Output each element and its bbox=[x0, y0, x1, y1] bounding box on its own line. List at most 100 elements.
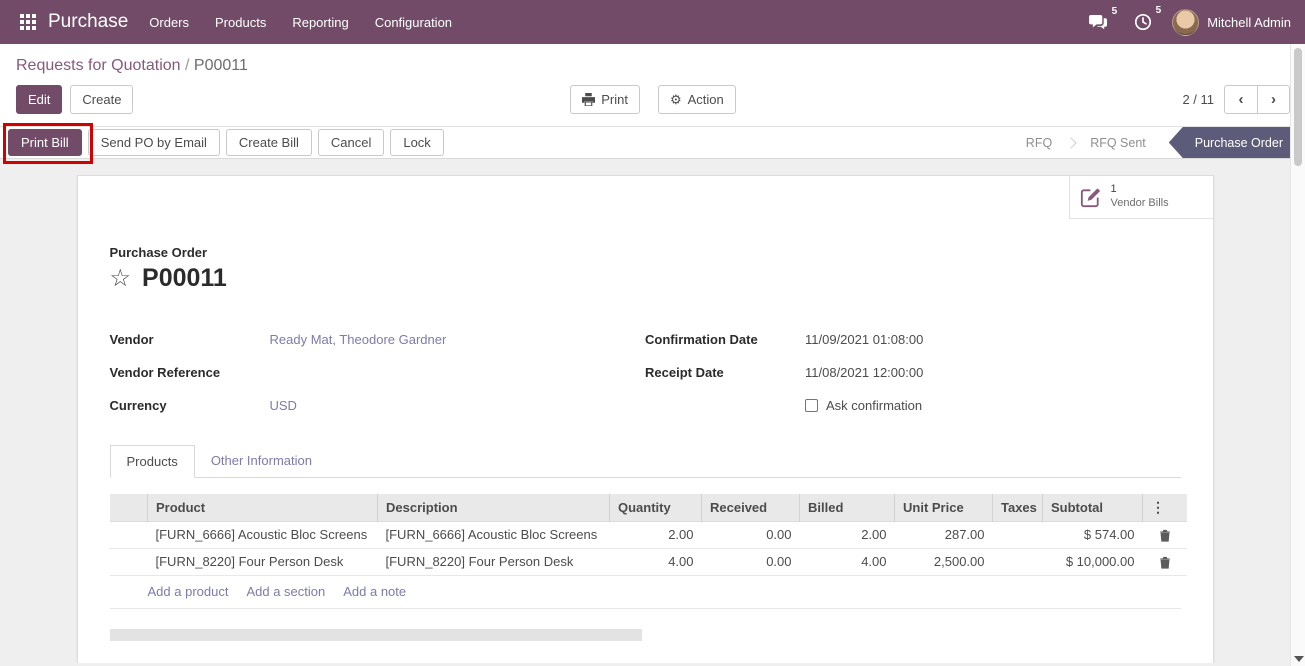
status-pipeline: RFQ RFQ Sent Purchase Order bbox=[1013, 127, 1305, 158]
tab-products[interactable]: Products bbox=[110, 445, 195, 478]
breadcrumb: Requests for Quotation / P00011 bbox=[0, 44, 1305, 80]
app-name[interactable]: Purchase bbox=[48, 11, 128, 33]
vendor-value-link[interactable]: Ready Mat, Theodore Gardner bbox=[270, 332, 447, 347]
breadcrumb-parent-link[interactable]: Requests for Quotation bbox=[16, 57, 181, 74]
cell-subtotal[interactable]: $ 574.00 bbox=[1043, 521, 1143, 548]
column-header-unit-price[interactable]: Unit Price bbox=[895, 494, 993, 521]
column-header-received[interactable]: Received bbox=[702, 494, 800, 521]
control-panel: Requests for Quotation / P00011 Edit Cre… bbox=[0, 44, 1305, 126]
nav-menu-products[interactable]: Products bbox=[202, 1, 279, 44]
column-header-subtotal[interactable]: Subtotal bbox=[1043, 494, 1143, 521]
favorite-star-icon[interactable]: ☆ bbox=[110, 267, 132, 291]
column-header-quantity[interactable]: Quantity bbox=[610, 494, 702, 521]
action-button[interactable]: ⚙ Action bbox=[658, 85, 736, 114]
control-panel-buttons: Edit Create Print ⚙ Action 2 / 11 ‹ › bbox=[0, 80, 1305, 126]
ask-confirmation-checkbox[interactable] bbox=[805, 399, 818, 412]
chat-icon bbox=[1089, 14, 1108, 31]
notes-placeholder bbox=[110, 629, 642, 641]
table-row[interactable]: [FURN_8220] Four Person Desk [FURN_8220]… bbox=[110, 548, 1187, 575]
column-header-taxes[interactable]: Taxes bbox=[993, 494, 1043, 521]
print-button[interactable]: Print bbox=[570, 85, 640, 114]
button-box: 1 Vendor Bills bbox=[78, 176, 1213, 219]
user-menu[interactable]: Mitchell Admin bbox=[1207, 15, 1291, 30]
cell-description[interactable]: [FURN_6666] Acoustic Bloc Screens bbox=[378, 521, 610, 548]
notebook-tabs: Products Other Information bbox=[110, 445, 1181, 478]
vertical-scrollbar[interactable] bbox=[1290, 44, 1305, 666]
form-sheet: 1 Vendor Bills Purchase Order ☆ P00011 V… bbox=[77, 175, 1214, 663]
stage-purchase-order-active[interactable]: Purchase Order bbox=[1169, 127, 1305, 158]
statusbar: Print Bill Send PO by Email Create Bill … bbox=[0, 126, 1305, 159]
send-po-by-email-button[interactable]: Send PO by Email bbox=[88, 129, 220, 156]
cell-billed[interactable]: 4.00 bbox=[800, 548, 895, 575]
nav-menu-configuration[interactable]: Configuration bbox=[362, 1, 465, 44]
stage-rfq[interactable]: RFQ bbox=[1013, 136, 1065, 150]
cell-received[interactable]: 0.00 bbox=[702, 548, 800, 575]
nav-menu-orders[interactable]: Orders bbox=[136, 1, 202, 44]
delete-row-button[interactable] bbox=[1143, 521, 1187, 548]
receipt-date-value: 11/08/2021 12:00:00 bbox=[805, 365, 923, 380]
cell-received[interactable]: 0.00 bbox=[702, 521, 800, 548]
currency-value-link[interactable]: USD bbox=[270, 398, 297, 413]
cell-quantity[interactable]: 2.00 bbox=[610, 521, 702, 548]
cell-product[interactable]: [FURN_8220] Four Person Desk bbox=[148, 548, 378, 575]
clock-icon bbox=[1134, 13, 1152, 31]
delete-row-button[interactable] bbox=[1143, 548, 1187, 575]
create-button[interactable]: Create bbox=[70, 85, 133, 114]
activities-badge: 5 bbox=[1156, 5, 1162, 16]
chevron-right-icon: › bbox=[1271, 91, 1276, 108]
confirmation-date-value: 11/09/2021 01:08:00 bbox=[805, 332, 923, 347]
cancel-button[interactable]: Cancel bbox=[318, 129, 384, 156]
stage-rfq-sent[interactable]: RFQ Sent bbox=[1077, 136, 1159, 150]
messages-menu-button[interactable]: 5 bbox=[1083, 10, 1114, 35]
scrollbar-thumb[interactable] bbox=[1294, 48, 1302, 166]
vendor-bills-count: 1 bbox=[1111, 183, 1117, 197]
document-type-label: Purchase Order bbox=[110, 245, 1181, 260]
form-view-content: 1 Vendor Bills Purchase Order ☆ P00011 V… bbox=[0, 159, 1305, 663]
cell-quantity[interactable]: 4.00 bbox=[610, 548, 702, 575]
cell-description[interactable]: [FURN_8220] Four Person Desk bbox=[378, 548, 610, 575]
add-a-section-link[interactable]: Add a section bbox=[246, 584, 325, 599]
vendor-bills-smart-button[interactable]: 1 Vendor Bills bbox=[1069, 176, 1213, 219]
document-name: P00011 bbox=[142, 264, 227, 293]
row-handle-cell[interactable] bbox=[110, 548, 148, 575]
apps-menu-button[interactable] bbox=[10, 8, 46, 36]
column-header-description[interactable]: Description bbox=[378, 494, 610, 521]
cell-billed[interactable]: 2.00 bbox=[800, 521, 895, 548]
receipt-date-label: Receipt Date bbox=[645, 365, 805, 380]
handle-column-header bbox=[110, 494, 148, 521]
tab-other-information[interactable]: Other Information bbox=[195, 445, 328, 477]
cell-taxes[interactable] bbox=[993, 521, 1043, 548]
nav-menu-reporting[interactable]: Reporting bbox=[279, 1, 361, 44]
pager-value: 2 / 11 bbox=[1182, 92, 1214, 107]
confirmation-date-label: Confirmation Date bbox=[645, 332, 805, 347]
pager: ‹ › bbox=[1224, 85, 1290, 114]
edit-button[interactable]: Edit bbox=[16, 85, 62, 114]
trash-icon bbox=[1159, 529, 1171, 542]
chevron-left-icon: ‹ bbox=[1239, 91, 1244, 108]
currency-label: Currency bbox=[110, 398, 270, 413]
scrollbar-down-arrow-icon[interactable] bbox=[1294, 656, 1304, 662]
cell-subtotal[interactable]: $ 10,000.00 bbox=[1043, 548, 1143, 575]
table-row[interactable]: [FURN_6666] Acoustic Bloc Screens [FURN_… bbox=[110, 521, 1187, 548]
column-header-billed[interactable]: Billed bbox=[800, 494, 895, 521]
cell-unit-price[interactable]: 287.00 bbox=[895, 521, 993, 548]
navbar-systray: 5 5 Mitchell Admin bbox=[1083, 9, 1291, 36]
printer-icon bbox=[582, 93, 595, 106]
activities-menu-button[interactable]: 5 bbox=[1128, 9, 1158, 35]
create-bill-button[interactable]: Create Bill bbox=[226, 129, 312, 156]
add-a-note-link[interactable]: Add a note bbox=[343, 584, 406, 599]
column-header-product[interactable]: Product bbox=[148, 494, 378, 521]
print-bill-button[interactable]: Print Bill bbox=[8, 129, 82, 156]
apps-grid-icon bbox=[20, 14, 36, 30]
cell-unit-price[interactable]: 2,500.00 bbox=[895, 548, 993, 575]
cell-taxes[interactable] bbox=[993, 548, 1043, 575]
lock-button[interactable]: Lock bbox=[390, 129, 443, 156]
user-avatar[interactable] bbox=[1172, 9, 1199, 36]
top-navbar: Purchase Orders Products Reporting Confi… bbox=[0, 0, 1305, 44]
row-handle-cell[interactable] bbox=[110, 521, 148, 548]
pager-previous-button[interactable]: ‹ bbox=[1224, 85, 1257, 114]
pager-next-button[interactable]: › bbox=[1257, 85, 1290, 114]
add-a-product-link[interactable]: Add a product bbox=[148, 584, 229, 599]
cell-product[interactable]: [FURN_6666] Acoustic Bloc Screens bbox=[148, 521, 378, 548]
optional-columns-toggle[interactable]: ⋮ bbox=[1143, 494, 1187, 521]
